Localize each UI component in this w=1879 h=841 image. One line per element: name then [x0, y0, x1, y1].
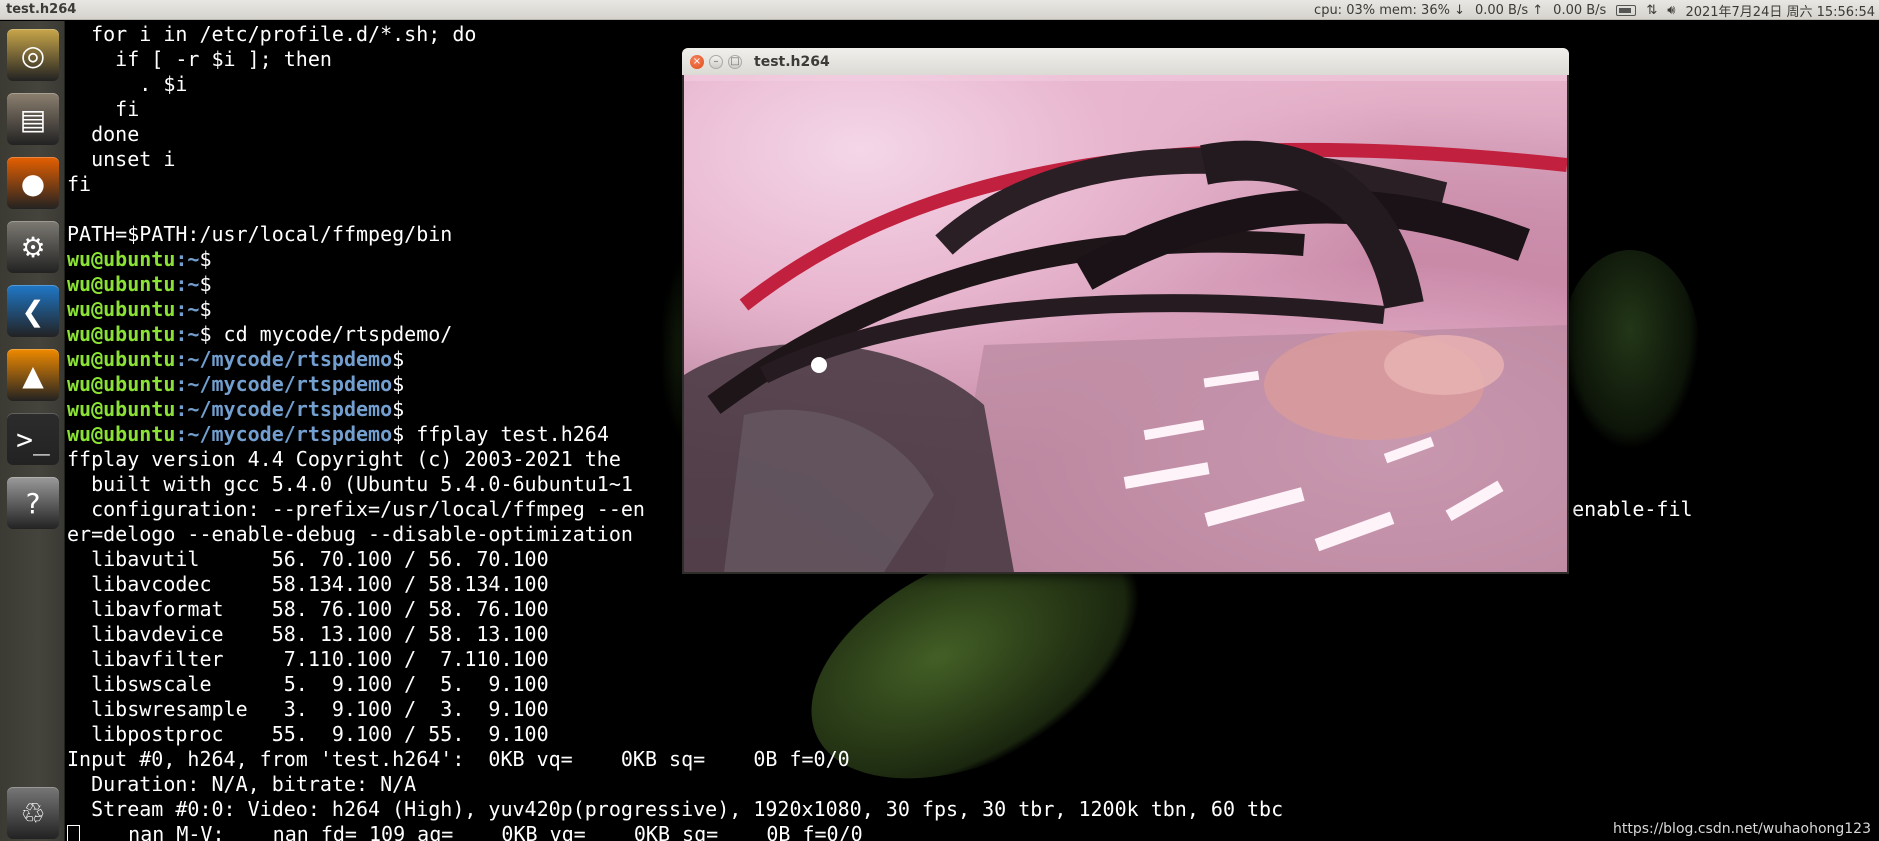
launcher-firefox[interactable]: ●	[7, 157, 59, 209]
line-text: $	[199, 297, 212, 321]
prompt-user: wu@ubuntu	[67, 322, 176, 346]
prompt-path: :~/mycode/rtspdemo	[175, 372, 393, 396]
terminal-cursor	[67, 825, 80, 841]
launcher-vscode[interactable]: ❮	[7, 285, 59, 337]
active-window-title: test.h264	[6, 2, 77, 17]
launcher-files[interactable]: ▤	[7, 93, 59, 145]
terminal-icon: >_	[16, 422, 50, 456]
terminal-line: libswresample 3. 9.100 / 3. 9.100	[67, 697, 1879, 722]
vscode-icon: ❮	[21, 294, 45, 328]
prompt-user: wu@ubuntu	[67, 297, 176, 321]
line-text: libswscale 5. 9.100 / 5. 9.100	[67, 672, 549, 696]
line-text: $ ffplay test.h264	[392, 422, 609, 446]
prompt-path: :~/mycode/rtspdemo	[175, 422, 393, 446]
prompt-path: :~	[175, 322, 200, 346]
minimize-icon[interactable]: –	[709, 54, 723, 69]
video-frame[interactable]	[684, 75, 1567, 572]
line-text: libavutil 56. 70.100 / 56. 70.100	[67, 547, 549, 571]
keyboard-icon[interactable]	[1616, 5, 1637, 16]
net-download-indicator[interactable]: 0.00 B/s ↑	[1475, 3, 1543, 18]
terminal-line: for i in /etc/profile.d/*.sh; do	[67, 22, 1879, 47]
launcher-trash[interactable]: ♲	[7, 787, 59, 839]
prompt-user: wu@ubuntu	[67, 422, 176, 446]
line-text: libavfilter 7.110.100 / 7.110.100	[67, 647, 549, 671]
line-text: PATH=$PATH:/usr/local/ffmpeg/bin	[67, 222, 453, 246]
line-text: $	[392, 347, 405, 371]
terminal-line: libpostproc 55. 9.100 / 55. 9.100	[67, 722, 1879, 747]
line-text: libswresample 3. 9.100 / 3. 9.100	[67, 697, 549, 721]
trash-icon: ♲	[20, 796, 46, 830]
line-text: built with gcc 5.4.0 (Ubuntu 5.4.0-6ubun…	[67, 472, 633, 496]
line-text: Stream #0:0: Video: h264 (High), yuv420p…	[67, 797, 1284, 821]
line-text: if [ -r $i ]; then	[67, 47, 332, 71]
line-text: done	[67, 122, 140, 146]
line-text: libavformat 58. 76.100 / 58. 76.100	[67, 597, 549, 621]
terminal-line: Input #0, h264, from 'test.h264': 0KB vq…	[67, 747, 1879, 772]
line-text: Duration: N/A, bitrate: N/A	[67, 772, 417, 796]
terminal-line: libavcodec 58.134.100 / 58.134.100	[67, 572, 1879, 597]
line-text: libavdevice 58. 13.100 / 58. 13.100	[67, 622, 549, 646]
terminal-line: Stream #0:0: Video: h264 (High), yuv420p…	[67, 797, 1879, 822]
line-text: $	[199, 247, 212, 271]
system-settings-icon: ⚙	[20, 230, 46, 264]
terminal-line: Duration: N/A, bitrate: N/A	[67, 772, 1879, 797]
prompt-user: wu@ubuntu	[67, 247, 176, 271]
line-text: $ cd mycode/rtspdemo/	[199, 322, 453, 346]
line-text: . $i	[67, 72, 188, 96]
help-icon: ?	[25, 486, 41, 520]
terminal-line: libswscale 5. 9.100 / 5. 9.100	[67, 672, 1879, 697]
line-text: libavcodec 58.134.100 / 58.134.100	[67, 572, 549, 596]
prompt-path: :~/mycode/rtspdemo	[175, 347, 393, 371]
line-text: $	[199, 272, 212, 296]
close-icon[interactable]: ×	[690, 54, 704, 69]
launcher-ubuntu-dash[interactable]: ◎	[7, 29, 59, 81]
window-title: test.h264	[754, 53, 830, 70]
line-text: er=delogo --enable-debug --disable-optim…	[67, 522, 633, 546]
maximize-icon[interactable]: □	[728, 54, 742, 69]
line-text: Input #0, h264, from 'test.h264': 0KB vq…	[67, 747, 850, 771]
line-text: libpostproc 55. 9.100 / 55. 9.100	[67, 722, 549, 746]
line-text: fi	[67, 172, 92, 196]
ubuntu-dash-icon: ◎	[20, 38, 46, 72]
network-icon[interactable]: ⇅	[1646, 3, 1657, 18]
launcher: ◎ ▤ ● ⚙ ❮ ▲ >_? ♲	[0, 21, 65, 841]
line-text: $	[392, 397, 405, 421]
prompt-path: :~	[175, 272, 200, 296]
clock[interactable]: 2021年7月24日 周六 15:56:54	[1685, 1, 1875, 20]
system-monitor-indicator[interactable]: cpu: 03% mem: 36% ↓	[1314, 3, 1465, 18]
launcher-terminal[interactable]: >_	[7, 413, 59, 465]
firefox-icon: ●	[20, 166, 46, 200]
line-text: nan M-V: nan fd= 109 aq= 0KB vq= 0KB sq=…	[80, 822, 863, 841]
prompt-path: :~/mycode/rtspdemo	[175, 397, 393, 421]
line-text: $	[392, 372, 405, 396]
line-text: for i in /etc/profile.d/*.sh; do	[67, 22, 477, 46]
video-content	[684, 75, 1567, 572]
files-icon: ▤	[19, 102, 47, 136]
terminal-line: nan M-V: nan fd= 109 aq= 0KB vq= 0KB sq=…	[67, 822, 1879, 841]
launcher-help[interactable]: ?	[7, 477, 59, 529]
ffplay-window[interactable]: × – □ test.h264	[682, 48, 1569, 574]
prompt-user: wu@ubuntu	[67, 397, 176, 421]
line-text: fi	[67, 97, 140, 121]
vlc-icon: ▲	[22, 358, 44, 392]
net-upload-indicator[interactable]: 0.00 B/s	[1553, 3, 1606, 18]
prompt-user: wu@ubuntu	[67, 272, 176, 296]
watermark: https://blog.csdn.net/wuhaohong123	[1612, 821, 1871, 837]
line-text: ffplay version 4.4 Copyright (c) 2003-20…	[67, 447, 633, 471]
top-panel: test.h264 cpu: 03% mem: 36% ↓ 0.00 B/s ↑…	[0, 0, 1879, 20]
prompt-path: :~	[175, 297, 200, 321]
launcher-vlc[interactable]: ▲	[7, 349, 59, 401]
prompt-user: wu@ubuntu	[67, 347, 176, 371]
window-titlebar[interactable]: × – □ test.h264	[682, 48, 1569, 75]
prompt-path: :~	[175, 247, 200, 271]
terminal-line: libavdevice 58. 13.100 / 58. 13.100	[67, 622, 1879, 647]
prompt-user: wu@ubuntu	[67, 372, 176, 396]
volume-icon[interactable]: 🔊︎	[1667, 3, 1675, 18]
line-text: unset i	[67, 147, 176, 171]
terminal-line: libavformat 58. 76.100 / 58. 76.100	[67, 597, 1879, 622]
panel-indicators: cpu: 03% mem: 36% ↓ 0.00 B/s ↑ 0.00 B/s …	[1314, 1, 1875, 20]
terminal-line: libavfilter 7.110.100 / 7.110.100	[67, 647, 1879, 672]
launcher-system-settings[interactable]: ⚙	[7, 221, 59, 273]
